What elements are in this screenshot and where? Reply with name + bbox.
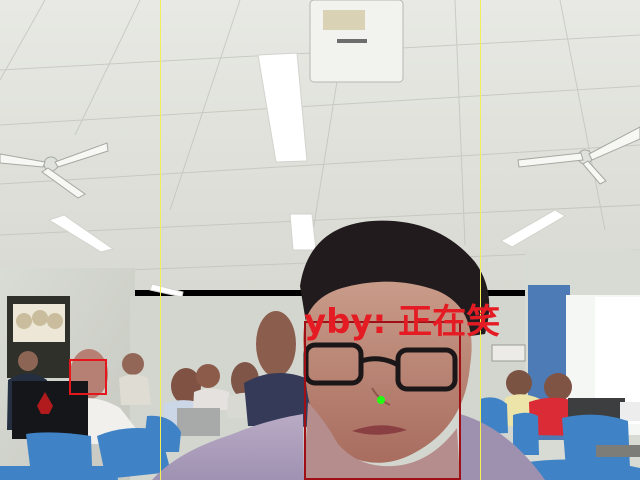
face-keypoint-marker xyxy=(377,396,385,404)
right-guide-line xyxy=(480,0,481,480)
notice-board xyxy=(7,296,70,378)
projector-icon xyxy=(309,0,404,83)
face-recognition-label: yby: 正在笑 xyxy=(304,302,501,342)
secondary-face-detection-box xyxy=(69,359,107,395)
left-guide-line xyxy=(160,0,161,480)
desk-edge xyxy=(596,445,640,457)
camera-view: yby: 正在笑 xyxy=(0,0,640,480)
